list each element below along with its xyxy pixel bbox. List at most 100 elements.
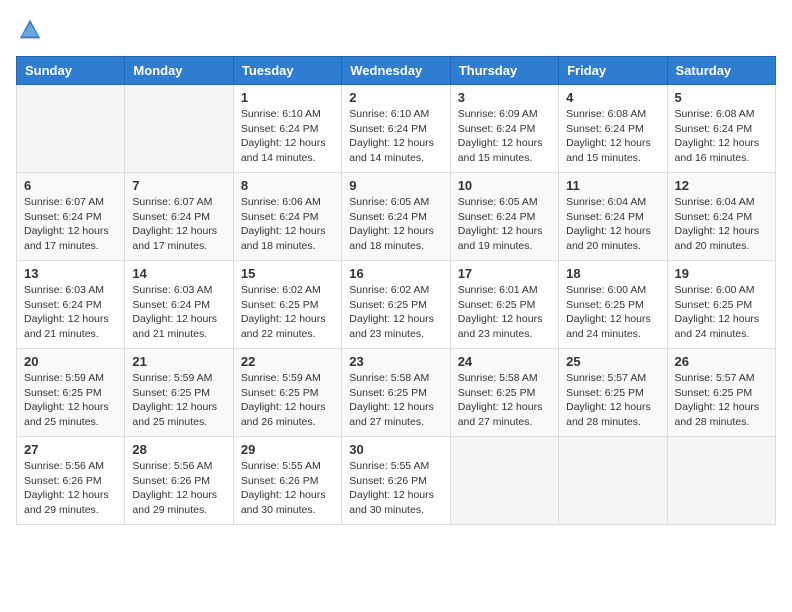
calendar-cell: 5 Sunrise: 6:08 AM Sunset: 6:24 PM Daylig… [667, 85, 775, 173]
day-number: 3 [458, 90, 551, 105]
day-number: 27 [24, 442, 117, 457]
day-info: Sunrise: 5:58 AM Sunset: 6:25 PM Dayligh… [458, 371, 551, 430]
day-info: Sunrise: 6:09 AM Sunset: 6:24 PM Dayligh… [458, 107, 551, 166]
calendar-cell: 21Sunrise: 5:59 AM Sunset: 6:25 PM Dayli… [125, 349, 233, 437]
day-number: 2 [349, 90, 442, 105]
day-number: 25 [566, 354, 659, 369]
day-info: Sunrise: 6:03 AM Sunset: 6:24 PM Dayligh… [132, 283, 225, 342]
logo [16, 16, 48, 44]
day-info: Sunrise: 6:00 AM Sunset: 6:25 PM Dayligh… [566, 283, 659, 342]
calendar-cell: 16 Sunrise: 6:02 AM Sunset: 6:25 PM Dayli… [342, 261, 450, 349]
day-info: Sunrise: 5:57 AM Sunset: 6:25 PM Dayligh… [566, 371, 659, 430]
calendar-cell: 23Sunrise: 5:58 AM Sunset: 6:25 PM Dayli… [342, 349, 450, 437]
day-number: 26 [675, 354, 768, 369]
day-number: 13 [24, 266, 117, 281]
calendar-header-row: SundayMondayTuesdayWednesdayThursdayFrid… [17, 57, 776, 85]
calendar-cell: 19 Sunrise: 6:00 AM Sunset: 6:25 PM Dayli… [667, 261, 775, 349]
calendar-cell: 7 Sunrise: 6:07 AM Sunset: 6:24 PM Daylig… [125, 173, 233, 261]
day-number: 12 [675, 178, 768, 193]
day-number: 20 [24, 354, 117, 369]
calendar-cell: 14 Sunrise: 6:03 AM Sunset: 6:24 PM Dayli… [125, 261, 233, 349]
calendar-cell: 18 Sunrise: 6:00 AM Sunset: 6:25 PM Dayli… [559, 261, 667, 349]
calendar-cell: 26 Sunrise: 5:57 AM Sunset: 6:25 PM Dayli… [667, 349, 775, 437]
day-number: 8 [241, 178, 334, 193]
calendar-cell: 4Sunrise: 6:08 AM Sunset: 6:24 PM Daylig… [559, 85, 667, 173]
calendar-cell [559, 437, 667, 525]
day-info: Sunrise: 6:08 AM Sunset: 6:24 PM Dayligh… [566, 107, 659, 166]
day-number: 9 [349, 178, 442, 193]
calendar-table: SundayMondayTuesdayWednesdayThursdayFrid… [16, 56, 776, 525]
calendar-cell: 24 Sunrise: 5:58 AM Sunset: 6:25 PM Dayli… [450, 349, 558, 437]
day-info: Sunrise: 6:06 AM Sunset: 6:24 PM Dayligh… [241, 195, 334, 254]
day-number: 22 [241, 354, 334, 369]
calendar-week-row: 20 Sunrise: 5:59 AM Sunset: 6:25 PM Dayli… [17, 349, 776, 437]
day-number: 23 [349, 354, 442, 369]
calendar-cell: 8 Sunrise: 6:06 AM Sunset: 6:24 PM Daylig… [233, 173, 341, 261]
day-number: 17 [458, 266, 551, 281]
day-number: 18 [566, 266, 659, 281]
day-info: Sunrise: 6:02 AM Sunset: 6:25 PM Dayligh… [349, 283, 442, 342]
calendar-cell: 27 Sunrise: 5:56 AM Sunset: 6:26 PM Dayli… [17, 437, 125, 525]
day-info: Sunrise: 6:07 AM Sunset: 6:24 PM Dayligh… [132, 195, 225, 254]
day-info: Sunrise: 6:02 AM Sunset: 6:25 PM Dayligh… [241, 283, 334, 342]
calendar-cell: 1Sunrise: 6:10 AM Sunset: 6:24 PM Daylig… [233, 85, 341, 173]
calendar-cell: 15 Sunrise: 6:02 AM Sunset: 6:25 PM Dayli… [233, 261, 341, 349]
calendar-cell: 28 Sunrise: 5:56 AM Sunset: 6:26 PM Dayli… [125, 437, 233, 525]
day-info: Sunrise: 5:57 AM Sunset: 6:25 PM Dayligh… [675, 371, 768, 430]
day-info: Sunrise: 5:55 AM Sunset: 6:26 PM Dayligh… [241, 459, 334, 518]
calendar-cell: 25 Sunrise: 5:57 AM Sunset: 6:25 PM Dayli… [559, 349, 667, 437]
day-info: Sunrise: 6:10 AM Sunset: 6:24 PM Dayligh… [241, 107, 334, 166]
day-number: 28 [132, 442, 225, 457]
day-number: 15 [241, 266, 334, 281]
day-info: Sunrise: 6:08 AM Sunset: 6:24 PM Dayligh… [675, 107, 768, 166]
calendar-cell: 13Sunrise: 6:03 AM Sunset: 6:24 PM Dayli… [17, 261, 125, 349]
calendar-cell: 6Sunrise: 6:07 AM Sunset: 6:24 PM Daylig… [17, 173, 125, 261]
calendar-cell: 12 Sunrise: 6:04 AM Sunset: 6:24 PM Dayli… [667, 173, 775, 261]
calendar-cell: 11 Sunrise: 6:04 AM Sunset: 6:24 PM Dayli… [559, 173, 667, 261]
day-number: 10 [458, 178, 551, 193]
day-info: Sunrise: 6:04 AM Sunset: 6:24 PM Dayligh… [675, 195, 768, 254]
calendar-header-friday: Friday [559, 57, 667, 85]
calendar-cell: 2 Sunrise: 6:10 AM Sunset: 6:24 PM Daylig… [342, 85, 450, 173]
day-info: Sunrise: 5:56 AM Sunset: 6:26 PM Dayligh… [24, 459, 117, 518]
day-info: Sunrise: 6:05 AM Sunset: 6:24 PM Dayligh… [458, 195, 551, 254]
day-number: 11 [566, 178, 659, 193]
calendar-cell: 22Sunrise: 5:59 AM Sunset: 6:25 PM Dayli… [233, 349, 341, 437]
day-number: 7 [132, 178, 225, 193]
calendar-cell: 9Sunrise: 6:05 AM Sunset: 6:24 PM Daylig… [342, 173, 450, 261]
calendar-cell: 3 Sunrise: 6:09 AM Sunset: 6:24 PM Daylig… [450, 85, 558, 173]
day-info: Sunrise: 6:01 AM Sunset: 6:25 PM Dayligh… [458, 283, 551, 342]
day-number: 16 [349, 266, 442, 281]
day-number: 19 [675, 266, 768, 281]
calendar-cell: 17 Sunrise: 6:01 AM Sunset: 6:25 PM Dayli… [450, 261, 558, 349]
calendar-cell: 30 Sunrise: 5:55 AM Sunset: 6:26 PM Dayli… [342, 437, 450, 525]
day-info: Sunrise: 6:00 AM Sunset: 6:25 PM Dayligh… [675, 283, 768, 342]
calendar-cell [17, 85, 125, 173]
calendar-week-row: 13 Sunrise: 6:03 AM Sunset: 6:24 PM Dayli… [17, 261, 776, 349]
calendar-week-row: 27 Sunrise: 5:56 AM Sunset: 6:26 PM Dayli… [17, 437, 776, 525]
day-info: Sunrise: 5:56 AM Sunset: 6:26 PM Dayligh… [132, 459, 225, 518]
day-number: 5 [675, 90, 768, 105]
day-number: 24 [458, 354, 551, 369]
header [16, 16, 776, 44]
calendar-cell: 10 Sunrise: 6:05 AM Sunset: 6:24 PM Dayli… [450, 173, 558, 261]
day-info: Sunrise: 5:59 AM Sunset: 6:25 PM Dayligh… [24, 371, 117, 430]
day-number: 29 [241, 442, 334, 457]
calendar-week-row: 6 Sunrise: 6:07 AM Sunset: 6:24 PM Daylig… [17, 173, 776, 261]
calendar-header-tuesday: Tuesday [233, 57, 341, 85]
day-number: 30 [349, 442, 442, 457]
calendar-header-saturday: Saturday [667, 57, 775, 85]
calendar-header-wednesday: Wednesday [342, 57, 450, 85]
day-number: 14 [132, 266, 225, 281]
day-number: 6 [24, 178, 117, 193]
calendar-cell: 29 Sunrise: 5:55 AM Sunset: 6:26 PM Dayli… [233, 437, 341, 525]
day-info: Sunrise: 6:10 AM Sunset: 6:24 PM Dayligh… [349, 107, 442, 166]
logo-icon [16, 16, 44, 44]
calendar-header-sunday: Sunday [17, 57, 125, 85]
day-number: 21 [132, 354, 225, 369]
calendar-cell [125, 85, 233, 173]
day-info: Sunrise: 6:04 AM Sunset: 6:24 PM Dayligh… [566, 195, 659, 254]
day-info: Sunrise: 5:55 AM Sunset: 6:26 PM Dayligh… [349, 459, 442, 518]
calendar-cell [667, 437, 775, 525]
calendar-header-thursday: Thursday [450, 57, 558, 85]
